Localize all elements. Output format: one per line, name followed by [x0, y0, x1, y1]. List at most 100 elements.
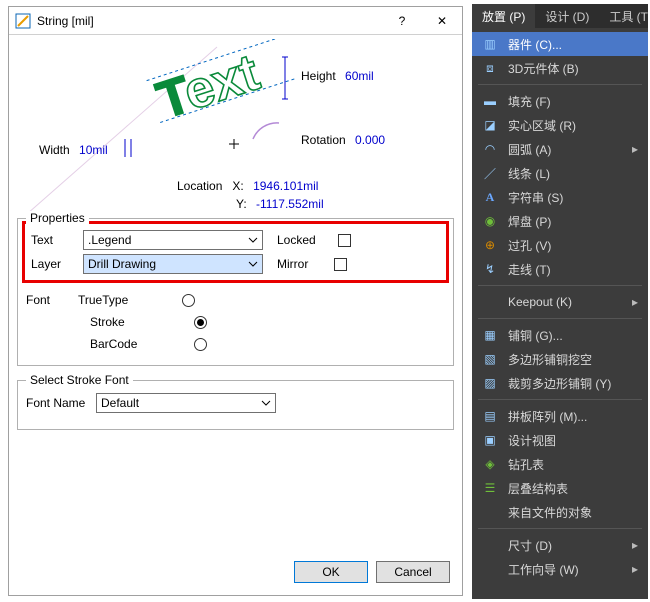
menu-item[interactable]: Keepout (K)▸ [472, 290, 648, 314]
cutout-icon: ▧ [482, 351, 498, 367]
fontname-select[interactable]: Default [96, 393, 276, 413]
menu-item-label: 走线 (T) [508, 261, 648, 278]
layer-icon: ☰ [482, 480, 498, 496]
close-button[interactable]: ✕ [422, 7, 462, 34]
font-barcode-radio[interactable] [194, 338, 207, 351]
menu-item[interactable]: ◪实心区域 (R) [472, 113, 648, 137]
menu-item-label: 设计视图 [508, 432, 648, 449]
string-icon: A [482, 189, 498, 205]
menu-item-label: 字符串 (S) [508, 189, 648, 206]
menu-item[interactable]: ／线条 (L) [472, 161, 648, 185]
dialog-title: String [mil] [37, 14, 382, 28]
location-x-value[interactable]: 1946.101mil [253, 179, 318, 193]
cube-icon: ⧈ [482, 60, 498, 76]
menu-item-label: 过孔 (V) [508, 237, 648, 254]
menu-item[interactable]: ◠圆弧 (A)▸ [472, 137, 648, 161]
width-value[interactable]: 10mil [79, 143, 108, 157]
chip-icon: ▥ [482, 36, 498, 52]
chevron-down-icon [259, 396, 273, 410]
menu-item-label: 多边形铺铜挖空 [508, 351, 648, 368]
layer-label: Layer [31, 257, 79, 271]
height-label: Height 60mil [301, 69, 374, 83]
menu-item-label: 填充 (F) [508, 93, 648, 110]
menu-item[interactable]: ◈ 钻孔表 [472, 452, 648, 476]
menu-item[interactable]: ▦铺铜 (G)... [472, 323, 648, 347]
tab-design[interactable]: 设计 (D) [535, 4, 599, 28]
tab-place[interactable]: 放置 (P) [472, 4, 535, 28]
menu-separator [478, 399, 642, 400]
font-stroke-radio[interactable] [194, 316, 207, 329]
menu-item-label: 钻孔表 [508, 456, 648, 473]
menu-item[interactable]: ⧈3D元件体 (B) [472, 56, 648, 80]
menu-item[interactable]: ▤ 拼板阵列 (M)... [472, 404, 648, 428]
dialog-button-bar: OK Cancel [9, 551, 462, 595]
menu-item-label: 器件 (C)... [508, 36, 648, 53]
ok-button[interactable]: OK [294, 561, 368, 583]
dialog-body: Text T [9, 35, 462, 551]
embed-icon: ▤ [482, 408, 498, 424]
menu-item[interactable]: 工作向导 (W)▸ [472, 557, 648, 581]
properties-fieldset: Properties Text .Legend Locked [17, 218, 454, 366]
menu-item-label: 焊盘 (P) [508, 213, 648, 230]
stroke-font-fieldset: Select Stroke Font Font Name Default [17, 380, 454, 430]
layer-select[interactable]: Drill Drawing [83, 254, 263, 274]
text-select[interactable]: .Legend [83, 230, 263, 250]
menu-item[interactable]: 尺寸 (D)▸ [472, 533, 648, 557]
blank-icon [482, 504, 498, 520]
menu-item[interactable]: 来自文件的对象 [472, 500, 648, 524]
view-icon: ▣ [482, 432, 498, 448]
locked-label: Locked [277, 233, 316, 247]
titlebar[interactable]: String [mil] ? ✕ [9, 7, 462, 35]
font-type-group: Font TrueType Stroke BarCode [26, 289, 445, 355]
font-truetype-radio[interactable] [182, 294, 195, 307]
menu-item-label: 圆弧 (A) [508, 141, 622, 158]
arc-icon: ◠ [482, 141, 498, 157]
annotation-highlight: Text .Legend Locked Layer D [22, 221, 449, 283]
locked-checkbox[interactable] [338, 234, 351, 247]
fontname-label: Font Name [26, 396, 92, 410]
slice-icon: ▨ [482, 375, 498, 391]
pad-icon: ◉ [482, 213, 498, 229]
menu-item-label: 裁剪多边形铺铜 (Y) [508, 375, 648, 392]
blank-icon [482, 537, 498, 553]
menu-item[interactable]: A 字符串 (S) [472, 185, 648, 209]
chevron-down-icon [246, 257, 260, 271]
mirror-checkbox[interactable] [334, 258, 347, 271]
via-icon: ⊕ [482, 237, 498, 253]
menu-separator [478, 528, 642, 529]
menu-item-label: 尺寸 (D) [508, 537, 622, 554]
font-barcode-label: BarCode [90, 337, 190, 351]
width-label: Width 10mil [39, 143, 108, 157]
menu-item[interactable]: ▥ 器件 (C)... [472, 32, 648, 56]
drill-icon: ◈ [482, 456, 498, 472]
text-label: Text [31, 233, 79, 247]
menu-item[interactable]: ⊕ 过孔 (V) [472, 233, 648, 257]
menu-list: ▥ 器件 (C)... ⧈3D元件体 (B) ▬填充 (F)◪实心区域 (R) ◠ 圆弧 … [472, 28, 648, 585]
height-value[interactable]: 60mil [345, 69, 374, 83]
tab-tools[interactable]: 工具 (T) [599, 4, 648, 28]
close-icon: ✕ [437, 14, 447, 28]
menu-item[interactable]: ☰层叠结构表 [472, 476, 648, 500]
menu-item-label: 来自文件的对象 [508, 504, 648, 521]
menu-item[interactable]: ◉ 焊盘 (P) [472, 209, 648, 233]
mirror-label: Mirror [277, 257, 308, 271]
string-properties-dialog: String [mil] ? ✕ Text T [8, 6, 463, 596]
menu-item[interactable]: ▧ 多边形铺铜挖空 [472, 347, 648, 371]
location-y-value[interactable]: -1117.552mil [256, 197, 324, 211]
chevron-right-icon: ▸ [632, 295, 642, 309]
menu-item-label: 拼板阵列 (M)... [508, 408, 648, 425]
layer-select-value: Drill Drawing [88, 257, 156, 271]
help-button[interactable]: ? [382, 7, 422, 34]
rotation-value[interactable]: 0.000 [355, 133, 385, 147]
font-truetype-label: TrueType [78, 293, 178, 307]
cancel-button[interactable]: Cancel [376, 561, 450, 583]
menu-item[interactable]: ↯走线 (T) [472, 257, 648, 281]
menu-item[interactable]: ▨ 裁剪多边形铺铜 (Y) [472, 371, 648, 395]
location-y-row: Y: -1117.552mil [236, 197, 324, 211]
blank-icon [482, 561, 498, 577]
menu-item[interactable]: ▣ 设计视图 [472, 428, 648, 452]
blank-icon [482, 294, 498, 310]
menu-item[interactable]: ▬填充 (F) [472, 89, 648, 113]
stroke-font-legend: Select Stroke Font [26, 373, 133, 387]
menu-item-label: 工作向导 (W) [508, 561, 622, 578]
